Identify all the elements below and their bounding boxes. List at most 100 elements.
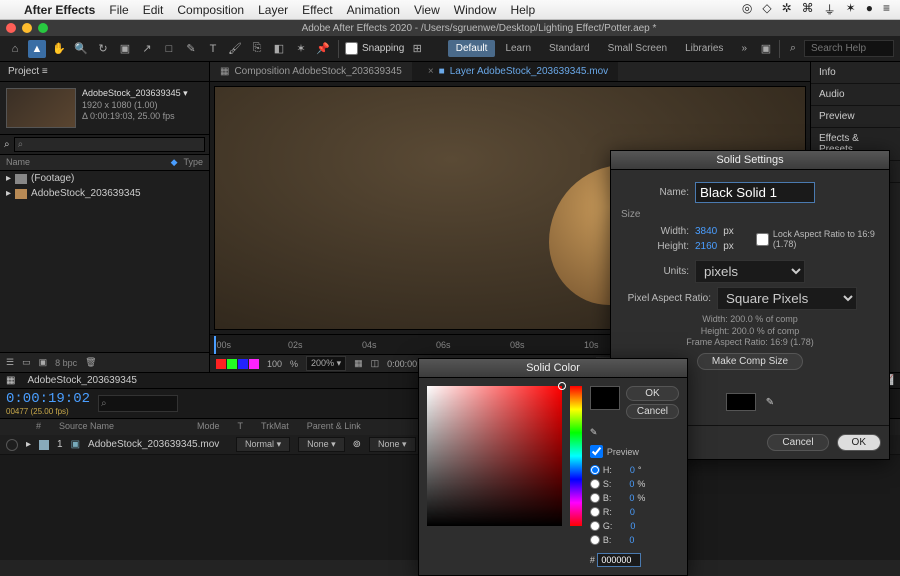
- workspace-default[interactable]: Default: [448, 40, 496, 57]
- snapping-checkbox[interactable]: [345, 42, 358, 55]
- picker-title[interactable]: Solid Color: [419, 359, 687, 378]
- trkmat-dropdown[interactable]: None ▾: [298, 437, 345, 452]
- layer-name[interactable]: AdobeStock_203639345.mov: [88, 439, 228, 450]
- hand-tool-icon[interactable]: ✋: [50, 40, 68, 58]
- col-type[interactable]: Type: [183, 157, 203, 168]
- col-mode[interactable]: Mode: [197, 421, 220, 433]
- viewer-tab-layer[interactable]: × ■ Layer AdobeStock_203639345.mov: [412, 62, 618, 81]
- twirl-icon[interactable]: ▸: [26, 439, 31, 450]
- green-channel-icon[interactable]: [227, 359, 237, 369]
- workspace-libraries[interactable]: Libraries: [677, 40, 731, 57]
- workspace-overflow-icon[interactable]: »: [733, 40, 755, 57]
- blue-channel-icon[interactable]: [238, 359, 248, 369]
- current-timecode[interactable]: 0:00:19:02: [6, 391, 90, 407]
- project-row-footage[interactable]: ▸ (Footage): [0, 171, 209, 186]
- hex-input[interactable]: [597, 553, 641, 567]
- twirl-icon[interactable]: ▸: [6, 188, 11, 199]
- traffic-lights[interactable]: [6, 23, 48, 33]
- status-icon[interactable]: ●: [866, 1, 873, 18]
- color-field[interactable]: [427, 386, 562, 526]
- snap-opt-icon[interactable]: ⊞: [408, 40, 426, 58]
- minimize-icon[interactable]: [22, 23, 32, 33]
- res-icon[interactable]: ▦: [354, 358, 363, 369]
- col-num[interactable]: #: [36, 421, 41, 433]
- pen-tool-icon[interactable]: ✎: [182, 40, 200, 58]
- status-icon[interactable]: ⌘: [802, 1, 814, 18]
- menu-window[interactable]: Window: [454, 3, 497, 17]
- mac-menubar[interactable]: After Effects File Edit Composition Laye…: [0, 0, 900, 20]
- zoom-dropdown[interactable]: 200% ▾: [306, 356, 346, 371]
- status-icon[interactable]: ◎: [742, 1, 752, 18]
- interpret-icon[interactable]: ☰: [6, 357, 14, 368]
- playhead-icon[interactable]: [214, 336, 216, 354]
- menu-layer[interactable]: Layer: [258, 3, 288, 17]
- shape-tool-icon[interactable]: □: [160, 40, 178, 58]
- pickwhip-icon[interactable]: ⊚: [353, 439, 361, 450]
- b-radio[interactable]: [590, 493, 600, 503]
- search-icon[interactable]: ⌕: [784, 40, 802, 58]
- type-tool-icon[interactable]: T: [204, 40, 222, 58]
- preview-swatch[interactable]: [590, 386, 620, 410]
- rotate-tool-icon[interactable]: ↻: [94, 40, 112, 58]
- color-cursor-icon[interactable]: [558, 382, 566, 390]
- trash-icon[interactable]: 🗑: [85, 357, 96, 368]
- label-color-icon[interactable]: [39, 440, 49, 450]
- eyedropper-icon[interactable]: ✎: [766, 397, 774, 408]
- timeline-tab-comp[interactable]: AdobeStock_203639345: [27, 375, 137, 386]
- preview-checkbox[interactable]: [590, 445, 603, 458]
- timeline-search-input[interactable]: [98, 395, 178, 412]
- h-radio[interactable]: [590, 465, 600, 475]
- search-icon[interactable]: ⌕: [4, 139, 10, 150]
- project-row-comp[interactable]: ▸ AdobeStock_203639345: [0, 186, 209, 201]
- height-value[interactable]: 2160: [695, 241, 717, 252]
- menu-help[interactable]: Help: [510, 3, 535, 17]
- new-folder-icon[interactable]: ▭: [22, 357, 31, 368]
- camera-tool-icon[interactable]: ▣: [116, 40, 134, 58]
- ok-button[interactable]: OK: [837, 434, 881, 451]
- menu-edit[interactable]: Edit: [143, 3, 164, 17]
- menu-composition[interactable]: Composition: [177, 3, 244, 17]
- par-dropdown[interactable]: Square Pixels: [717, 287, 857, 310]
- home-icon[interactable]: ⌂: [6, 40, 24, 58]
- new-comp-icon[interactable]: ▣: [39, 357, 48, 368]
- viewer-tab-comp[interactable]: ▦ Composition AdobeStock_203639345: [210, 62, 412, 81]
- menu-animation[interactable]: Animation: [347, 3, 400, 17]
- alpha-channel-icon[interactable]: [249, 359, 259, 369]
- s-radio[interactable]: [590, 479, 600, 489]
- menu-view[interactable]: View: [414, 3, 440, 17]
- channel-swatches[interactable]: [216, 359, 259, 369]
- width-value[interactable]: 3840: [695, 226, 717, 237]
- workspace-learn[interactable]: Learn: [497, 40, 539, 57]
- status-icon[interactable]: ≡: [883, 1, 890, 18]
- solid-color-swatch[interactable]: [726, 393, 756, 411]
- mask-icon[interactable]: ◫: [371, 358, 380, 369]
- bl-radio[interactable]: [590, 535, 600, 545]
- units-dropdown[interactable]: pixels: [695, 260, 805, 283]
- workspace-small[interactable]: Small Screen: [600, 40, 675, 57]
- render-queue-icon[interactable]: ▦: [6, 375, 15, 386]
- col-name[interactable]: Name: [6, 157, 171, 168]
- eraser-tool-icon[interactable]: ◧: [270, 40, 288, 58]
- panel-preview[interactable]: Preview: [811, 106, 900, 128]
- r-radio[interactable]: [590, 507, 600, 517]
- status-icon[interactable]: ⏚: [824, 1, 836, 18]
- panel-audio[interactable]: Audio: [811, 84, 900, 106]
- selection-tool-icon[interactable]: ▲: [28, 40, 46, 58]
- bpc-label[interactable]: 8 bpc: [55, 358, 77, 368]
- label-swatch-icon[interactable]: ◆: [171, 157, 178, 168]
- status-icon[interactable]: ✶: [846, 1, 856, 18]
- footage-thumbnail[interactable]: [6, 88, 76, 128]
- puppet-tool-icon[interactable]: 📌: [314, 40, 332, 58]
- zoom-icon[interactable]: [38, 23, 48, 33]
- col-trkmat[interactable]: TrkMat: [261, 421, 289, 433]
- cancel-button[interactable]: Cancel: [767, 434, 828, 451]
- blend-mode-dropdown[interactable]: Normal ▾: [236, 437, 290, 452]
- parent-dropdown[interactable]: None ▾: [369, 437, 416, 452]
- close-tab-icon[interactable]: ×: [428, 66, 434, 77]
- clone-tool-icon[interactable]: ⎘: [248, 40, 266, 58]
- col-t[interactable]: T: [238, 421, 244, 433]
- dialog-title[interactable]: Solid Settings: [611, 151, 889, 170]
- alpha-value[interactable]: 100: [267, 359, 282, 369]
- close-icon[interactable]: [6, 23, 16, 33]
- eyedropper-icon[interactable]: ✎: [590, 427, 679, 438]
